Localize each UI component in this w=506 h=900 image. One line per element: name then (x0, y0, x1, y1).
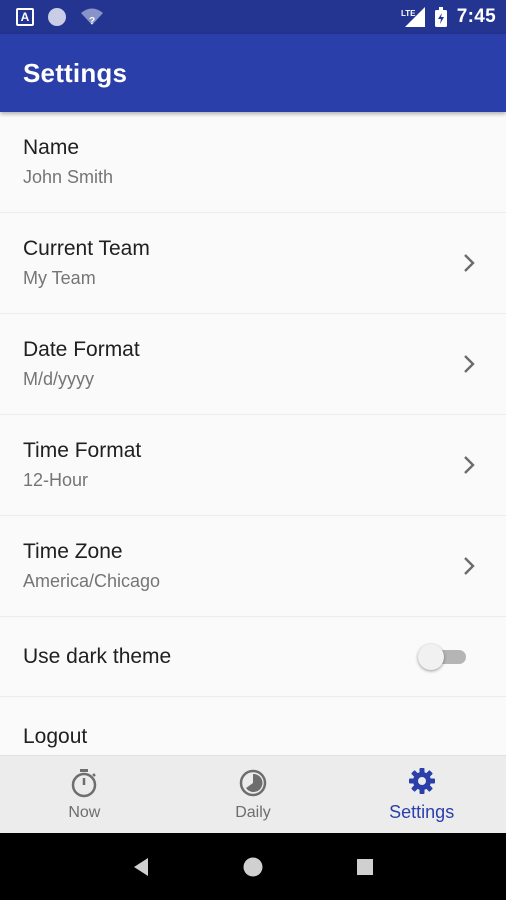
dark-theme-toggle[interactable] (418, 643, 466, 670)
clock-pie-icon (239, 769, 267, 796)
setting-dark-theme[interactable]: Use dark theme (0, 617, 506, 697)
chevron-right-icon (464, 355, 475, 373)
nav-label-settings: Settings (389, 802, 455, 822)
back-icon[interactable] (130, 856, 152, 878)
setting-time-format-value: 12-Hour (23, 470, 89, 490)
app-notification-icon: A (16, 8, 34, 26)
setting-time-zone[interactable]: Time Zone America/Chicago (0, 516, 506, 617)
circle-notification-icon (48, 8, 66, 26)
nav-label-now: Now (68, 803, 101, 821)
setting-date-format-title: Date Format (23, 338, 140, 361)
setting-time-zone-value: America/Chicago (23, 571, 161, 591)
stopwatch-icon (72, 768, 97, 797)
nav-label-daily: Daily (235, 803, 271, 821)
setting-logout[interactable]: Logout (0, 697, 506, 755)
nav-item-now[interactable]: Now (0, 756, 169, 833)
setting-time-zone-title: Time Zone (23, 540, 123, 563)
setting-time-format[interactable]: Time Format 12-Hour (0, 415, 506, 516)
setting-time-format-title: Time Format (23, 439, 142, 462)
battery-charging-icon (434, 7, 447, 27)
system-nav-bar (0, 833, 506, 900)
home-icon[interactable] (242, 856, 264, 878)
recents-icon[interactable] (354, 856, 376, 878)
setting-date-format[interactable]: Date Format M/d/yyyy (0, 314, 506, 415)
setting-name-value: John Smith (23, 167, 114, 187)
status-bar: A ? LTE 7:45 (0, 0, 506, 34)
status-right: LTE 7:45 (401, 6, 496, 28)
chevron-right-icon (464, 557, 475, 575)
chevron-right-icon (464, 254, 475, 272)
svg-text:?: ? (89, 16, 95, 27)
setting-name[interactable]: Name John Smith (0, 112, 506, 213)
page-title: Settings (23, 57, 128, 88)
setting-current-team-title: Current Team (23, 237, 150, 260)
setting-date-format-value: M/d/yyyy (23, 369, 95, 389)
setting-name-title: Name (23, 136, 80, 159)
nav-item-daily[interactable]: Daily (169, 756, 338, 833)
wifi-unknown-icon: ? (81, 8, 103, 27)
status-time: 7:45 (456, 6, 496, 27)
setting-current-team[interactable]: Current Team My Team (0, 213, 506, 314)
chevron-right-icon (464, 456, 475, 474)
app-bar: Settings (0, 34, 506, 112)
settings-list: Name John Smith Current Team My Team Dat… (0, 112, 506, 755)
status-left: A ? (16, 7, 104, 27)
setting-current-team-value: My Team (23, 268, 96, 288)
toggle-thumb (418, 643, 444, 670)
nav-item-settings[interactable]: Settings (337, 756, 506, 833)
bottom-nav: Now Daily Settings (0, 755, 506, 833)
cell-signal-icon: LTE (401, 7, 425, 27)
logout-label: Logout (23, 725, 88, 748)
gear-icon (408, 768, 435, 794)
svg-text:LTE: LTE (401, 9, 416, 18)
